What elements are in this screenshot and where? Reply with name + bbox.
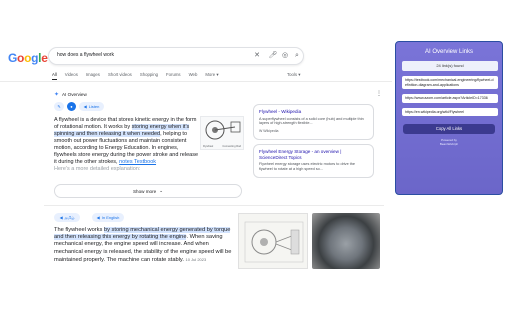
listen-label: Listen [88,104,100,109]
search-bar[interactable]: how does a flywheel work ✕ 🎤︎ ◎ ⌕ [48,47,304,65]
tabs-divider [0,81,392,82]
close-icon[interactable]: ✕ [251,50,263,62]
google-logo[interactable]: Google [8,51,48,65]
lens-icon[interactable]: ◎ [279,50,291,62]
search-input[interactable]: how does a flywheel work [57,52,114,58]
schematic-drawing [244,221,304,263]
search-icon[interactable]: ⌕ [291,50,303,62]
show-more-button[interactable]: Show more ⌄ [54,184,242,198]
lang-english-label: In English [101,215,120,220]
ai-overview-label: AI Overview [62,92,87,97]
ai-overview-header: ✦ AI Overview [54,91,87,98]
logo-letter: g [31,51,39,65]
search-tabs: All Videos Images Short videos Shopping … [52,72,218,80]
speaker-icon: ◀︎ [59,215,63,220]
card-source: W Wikipedia [259,129,279,134]
logo-letter: o [24,51,32,65]
pin-button[interactable]: ✎ [54,102,64,111]
link-item[interactable]: https://www.azom.com/article.aspx?Articl… [402,94,498,103]
snippet-date: 10 Jul 2023 [185,256,207,262]
sparkle-icon: ✦ [54,92,60,98]
tab-forums[interactable]: Forums [166,72,181,80]
listen-button[interactable]: ◀︎ Listen [79,102,104,111]
flywheel-diagram-image[interactable]: Flywheel Connecting Rod [200,116,244,150]
card-title[interactable]: Flywheel - Wikipedia [259,109,368,115]
links-found-count: 24 link(s) found [402,61,498,71]
tab-videos[interactable]: Videos [65,72,78,80]
diagram-caption-left: Flywheel [203,145,214,148]
source-link[interactable]: notes Testbook [119,159,156,165]
panel-title: AI Overview Links [424,49,473,55]
tab-web[interactable]: Web [189,72,198,80]
speaker-icon: ◀︎ [83,104,87,109]
lang-tamil-button[interactable]: ◀︎ தமிழ் [54,213,80,222]
flywheel-diagram-drawing [205,120,241,140]
diagram-caption: Flywheel Connecting Rod [203,145,241,148]
tab-more[interactable]: More ▾ [205,72,218,80]
source-card-wikipedia[interactable]: Flywheel - Wikipedia A superflywheel con… [253,104,374,140]
avatar-button[interactable]: ● [67,102,76,111]
card-description: Flywheel energy storage uses electric mo… [259,162,356,171]
lang-english-button[interactable]: ◀︎ In English [92,213,124,222]
ai-overview-links-panel: AI Overview Links 24 link(s) found https… [395,41,503,195]
show-more-label: Show more [132,188,157,194]
link-item[interactable]: https://testbook.com/mechanical-engineer… [402,76,498,90]
tab-shopping[interactable]: Shopping [140,72,158,80]
avatar-icon: ● [70,104,73,109]
section-divider [44,205,384,206]
diagram-caption-right: Connecting Rod [222,145,241,148]
tab-images[interactable]: Images [86,72,100,80]
more-options-icon[interactable]: ⋮ [376,90,382,97]
featured-snippet-text: The flywheel works by storing mechanical… [54,227,234,264]
powered-by-text: Powered by BeamWebrph [439,138,459,147]
lang-tamil-label: தமிழ் [64,214,75,220]
logo-letter: e [41,51,48,65]
source-card-sciencedirect[interactable]: Flywheel Energy Storage - an overview | … [253,144,374,178]
tab-short-videos[interactable]: Short videos [108,72,132,80]
tab-all[interactable]: All [52,72,57,80]
chevron-down-icon: ⌄ [159,188,164,193]
ai-overview-text: A flywheel is a device that stores kinet… [54,117,202,173]
ai-text-faded: Here's a more detailed explanation: [54,166,141,172]
copy-all-links-button[interactable]: Copy All Links [403,124,495,135]
speaker-icon: ◀︎ [96,215,100,220]
mic-icon[interactable]: 🎤︎ [267,50,279,62]
logo-letter: o [17,51,25,65]
logo-letter: G [8,51,18,65]
link-item[interactable]: https://en.wikipedia.org/wiki/Flywheel [402,107,498,117]
tools-button[interactable]: Tools ▾ [287,72,300,78]
card-title[interactable]: Flywheel Energy Storage - an overview | … [259,149,368,160]
card-description: A superflywheel consists of a solid core… [259,116,364,126]
snippet-pre: The flywheel works [54,227,104,233]
flywheel-schematic-image[interactable] [238,213,308,269]
pin-icon: ✎ [57,104,61,109]
flywheel-photo-image[interactable] [312,213,380,269]
